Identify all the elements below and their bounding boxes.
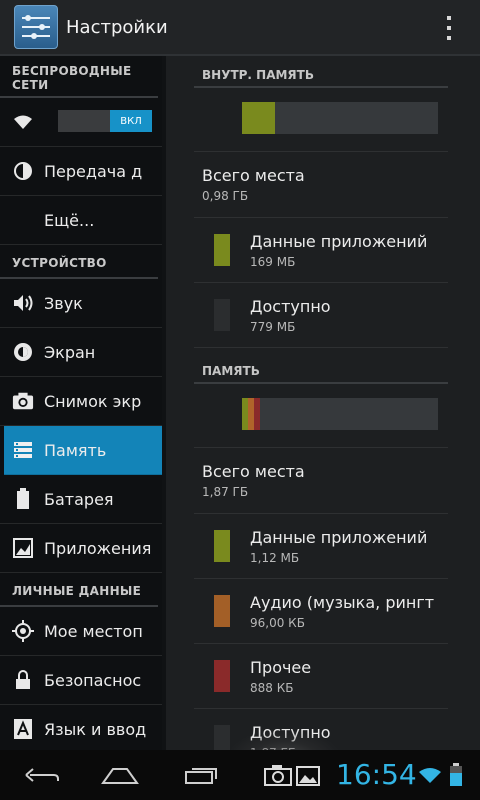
wifi-status-icon bbox=[416, 750, 444, 800]
speaker-icon bbox=[12, 292, 34, 314]
clock-text: 16:54 bbox=[336, 758, 417, 791]
back-icon bbox=[25, 768, 59, 782]
sidebar-item-location[interactable]: Мое местоп bbox=[0, 607, 162, 656]
sd-usage-bar bbox=[242, 398, 438, 430]
sidebar-item-label: Мое местоп bbox=[44, 621, 143, 641]
sidebar-item-data-usage[interactable]: Передача д bbox=[0, 147, 162, 196]
category-label: Данные приложений bbox=[250, 232, 428, 251]
sidebar-item-label: Безопаснос bbox=[44, 670, 142, 690]
sidebar-item-label: Снимок экр bbox=[44, 391, 142, 411]
sidebar-item-battery[interactable]: Батарея bbox=[0, 475, 162, 524]
category-size: 779 МБ bbox=[250, 320, 296, 334]
sidebar-item-label: Память bbox=[44, 440, 107, 460]
storage-category-row[interactable]: Данные приложений 1,12 МБ bbox=[194, 514, 448, 579]
sidebar-item-language[interactable]: Язык и ввод bbox=[0, 705, 162, 750]
camera-icon bbox=[12, 390, 34, 412]
category-color-swatch bbox=[214, 595, 230, 627]
settings-list: БЕСПРОВОДНЫЕ СЕТИ ВКЛ Передача д Ещё... … bbox=[0, 56, 162, 750]
wifi-toggle-label: ВКЛ bbox=[110, 110, 152, 132]
category-color-swatch bbox=[214, 234, 230, 266]
home-button[interactable] bbox=[98, 750, 142, 800]
category-color-swatch bbox=[214, 660, 230, 692]
apps-icon bbox=[12, 537, 34, 559]
recent-apps-button[interactable] bbox=[180, 750, 224, 800]
sidebar-item-wifi[interactable]: ВКЛ bbox=[0, 98, 162, 147]
sidebar-item-label: Ещё... bbox=[44, 210, 95, 230]
wifi-icon bbox=[12, 111, 34, 133]
sidebar-item-label: Язык и ввод bbox=[44, 719, 147, 739]
category-size: 1,12 МБ bbox=[250, 551, 300, 565]
section-wireless: БЕСПРОВОДНЫЕ СЕТИ bbox=[0, 56, 158, 98]
settings-app-icon[interactable] bbox=[14, 5, 58, 49]
sd-usage-row bbox=[194, 384, 448, 448]
location-icon bbox=[12, 620, 34, 642]
wifi-toggle[interactable]: ВКЛ bbox=[58, 110, 152, 132]
section-personal: ЛИЧНЫЕ ДАННЫЕ bbox=[0, 573, 158, 607]
sidebar-item-label: Экран bbox=[44, 342, 96, 362]
storage-detail-pane: ВНУТР. ПАМЯТЬ Всего места 0,98 ГБ Данные… bbox=[166, 56, 480, 750]
category-size: 888 КБ bbox=[250, 681, 294, 695]
sidebar-item-label: Звук bbox=[44, 293, 83, 313]
category-label: Доступно bbox=[250, 297, 331, 316]
storage-category-row[interactable]: Аудио (музыка, рингт 96,00 КБ bbox=[194, 579, 448, 644]
sidebar-item-label: Передача д bbox=[44, 161, 143, 181]
storage-category-row[interactable]: Данные приложений 169 МБ bbox=[194, 218, 448, 283]
section-device: УСТРОЙСТВО bbox=[0, 245, 158, 279]
sidebar-item-storage[interactable]: Память bbox=[4, 426, 162, 475]
category-color-swatch bbox=[214, 299, 230, 331]
battery-status-icon bbox=[448, 750, 464, 800]
total-value: 0,98 ГБ bbox=[202, 189, 249, 203]
category-label: Данные приложений bbox=[250, 528, 428, 547]
recent-apps-icon bbox=[185, 768, 217, 784]
internal-total-row: Всего места 0,98 ГБ bbox=[194, 152, 448, 218]
overflow-menu-icon[interactable] bbox=[446, 16, 452, 40]
total-value: 1,87 ГБ bbox=[202, 485, 249, 499]
section-sd-storage: ПАМЯТЬ bbox=[194, 348, 448, 384]
category-label: Прочее bbox=[250, 658, 312, 677]
usage-segment bbox=[253, 398, 260, 430]
back-button[interactable] bbox=[20, 750, 64, 800]
sidebar-item-screenshot[interactable]: Снимок экр bbox=[0, 377, 162, 426]
screenshot-icon bbox=[264, 765, 320, 786]
language-icon bbox=[12, 718, 34, 740]
home-icon bbox=[101, 768, 139, 784]
category-label: Аудио (музыка, рингт bbox=[250, 593, 435, 612]
usage-segment bbox=[242, 102, 275, 134]
sidebar-item-more[interactable]: Ещё... bbox=[0, 196, 162, 245]
internal-usage-row bbox=[194, 88, 448, 152]
category-color-swatch bbox=[214, 530, 230, 562]
sidebar-item-label: Батарея bbox=[44, 489, 114, 509]
total-label: Всего места bbox=[202, 462, 305, 481]
page-title: Настройки bbox=[66, 16, 168, 38]
sidebar-item-sound[interactable]: Звук bbox=[0, 279, 162, 328]
section-internal-storage: ВНУТР. ПАМЯТЬ bbox=[194, 56, 448, 88]
data-usage-icon bbox=[12, 160, 34, 182]
category-size: 96,00 КБ bbox=[250, 616, 305, 630]
action-bar: Настройки bbox=[0, 0, 480, 56]
sidebar-item-label: Приложения bbox=[44, 538, 152, 558]
system-nav-bar: 16:54 bbox=[0, 750, 480, 800]
battery-icon bbox=[12, 488, 34, 510]
sidebar-item-apps[interactable]: Приложения bbox=[0, 524, 162, 573]
lock-icon bbox=[12, 669, 34, 691]
category-size: 169 МБ bbox=[250, 255, 296, 269]
sd-total-row: Всего места 1,87 ГБ bbox=[194, 448, 448, 514]
brightness-icon bbox=[12, 341, 34, 363]
total-label: Всего места bbox=[202, 166, 305, 185]
sidebar-item-security[interactable]: Безопаснос bbox=[0, 656, 162, 705]
storage-category-row[interactable]: Прочее 888 КБ bbox=[194, 644, 448, 709]
storage-category-row[interactable]: Доступно 779 МБ bbox=[194, 283, 448, 348]
storage-icon bbox=[12, 439, 34, 461]
internal-usage-bar bbox=[242, 102, 438, 134]
screenshot-button[interactable] bbox=[262, 750, 322, 800]
sidebar-item-display[interactable]: Экран bbox=[0, 328, 162, 377]
